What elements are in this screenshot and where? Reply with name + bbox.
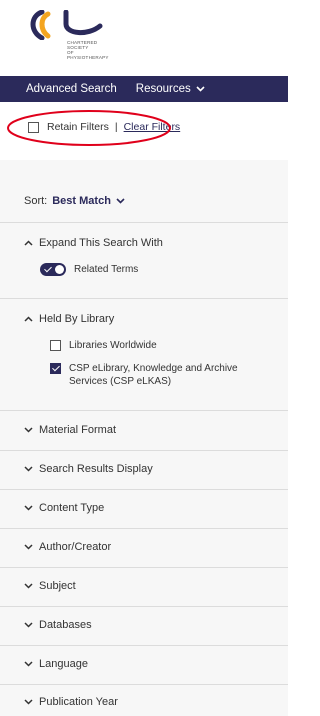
chevron-down-icon: [24, 622, 33, 628]
top-navbar: Advanced Search Resources: [0, 76, 288, 102]
section-title: Language: [39, 658, 88, 670]
filters-separator: |: [114, 121, 118, 133]
csp-elkas-label-line1: CSP eLibrary, Knowledge and Archive: [69, 363, 238, 374]
section-language[interactable]: Language: [24, 658, 88, 670]
chevron-up-icon: [24, 316, 33, 322]
section-held-by-library[interactable]: Held By Library: [24, 313, 114, 325]
csp-elkas-label-line2: Services (CSP eLKAS): [69, 376, 172, 387]
nav-advanced-search-label: Advanced Search: [26, 83, 117, 95]
chevron-down-icon: [24, 505, 33, 511]
csp-elkas-label: CSP eLibrary, Knowledge and Archive Serv…: [69, 362, 238, 388]
sort-label: Sort:: [24, 195, 48, 207]
check-icon: [44, 264, 52, 273]
csp-logo: [30, 10, 103, 40]
retain-filters-label: Retain Filters: [47, 121, 109, 133]
logo-line: PHYSIOTHERAPY: [67, 55, 109, 60]
section-title: Subject: [39, 580, 76, 592]
related-terms-toggle[interactable]: [40, 263, 66, 276]
section-title: Databases: [39, 619, 92, 631]
chevron-down-icon: [24, 661, 33, 667]
section-expand-search[interactable]: Expand This Search With: [24, 237, 163, 249]
divider: [0, 645, 288, 646]
section-search-results-display[interactable]: Search Results Display: [24, 463, 153, 475]
libraries-worldwide-option: Libraries Worldwide: [50, 340, 157, 351]
section-subject[interactable]: Subject: [24, 580, 76, 592]
section-expand-search-title: Expand This Search With: [39, 237, 163, 249]
chevron-down-icon: [196, 86, 205, 92]
libraries-worldwide-label: Libraries Worldwide: [69, 340, 157, 351]
nav-resources-label: Resources: [135, 83, 191, 95]
chevron-down-icon: [24, 466, 33, 472]
sort-value[interactable]: Best Match: [52, 195, 125, 207]
section-title: Content Type: [39, 502, 105, 514]
section-title: Publication Year: [39, 696, 118, 708]
sort-value-text: Best Match: [52, 195, 111, 207]
header-logo-area: CHARTERED SOCIETY OF PHYSIOTHERAPY: [0, 0, 288, 76]
chevron-down-icon: [116, 198, 125, 204]
related-terms-option: Related Terms: [40, 263, 138, 276]
divider: [0, 298, 288, 299]
csp-elkas-checkbox[interactable]: [50, 363, 61, 374]
libraries-worldwide-checkbox[interactable]: [50, 340, 61, 351]
nav-resources-menu[interactable]: Resources: [117, 83, 205, 95]
nav-advanced-search[interactable]: Advanced Search: [0, 83, 117, 95]
chevron-down-icon: [24, 427, 33, 433]
chevron-down-icon: [24, 699, 33, 705]
chevron-down-icon: [24, 544, 33, 550]
section-title: Search Results Display: [39, 463, 153, 475]
chevron-up-icon: [24, 240, 33, 246]
divider: [0, 528, 288, 529]
related-terms-label: Related Terms: [74, 264, 139, 275]
retain-filters-row: Retain Filters | Clear Filters: [28, 121, 180, 133]
divider: [0, 410, 288, 411]
toggle-knob: [55, 265, 64, 274]
section-content-type[interactable]: Content Type: [24, 502, 104, 514]
logo-wordmark: CHARTERED SOCIETY OF PHYSIOTHERAPY: [67, 40, 109, 60]
clear-filters-link[interactable]: Clear Filters: [124, 121, 181, 133]
csp-elkas-option: CSP eLibrary, Knowledge and Archive Serv…: [50, 362, 238, 388]
divider: [0, 567, 288, 568]
divider: [0, 222, 288, 223]
section-publication-year[interactable]: Publication Year: [24, 696, 118, 708]
chevron-down-icon: [24, 583, 33, 589]
sort-control[interactable]: Sort: Best Match: [24, 195, 125, 207]
section-author-creator[interactable]: Author/Creator: [24, 541, 111, 553]
divider: [0, 450, 288, 451]
section-databases[interactable]: Databases: [24, 619, 92, 631]
divider: [0, 684, 288, 685]
divider: [0, 606, 288, 607]
divider: [0, 489, 288, 490]
section-held-by-library-title: Held By Library: [39, 313, 115, 325]
section-title: Material Format: [39, 424, 117, 436]
retain-filters-checkbox[interactable]: [28, 121, 39, 133]
section-title: Author/Creator: [39, 541, 112, 553]
section-material-format[interactable]: Material Format: [24, 424, 116, 436]
